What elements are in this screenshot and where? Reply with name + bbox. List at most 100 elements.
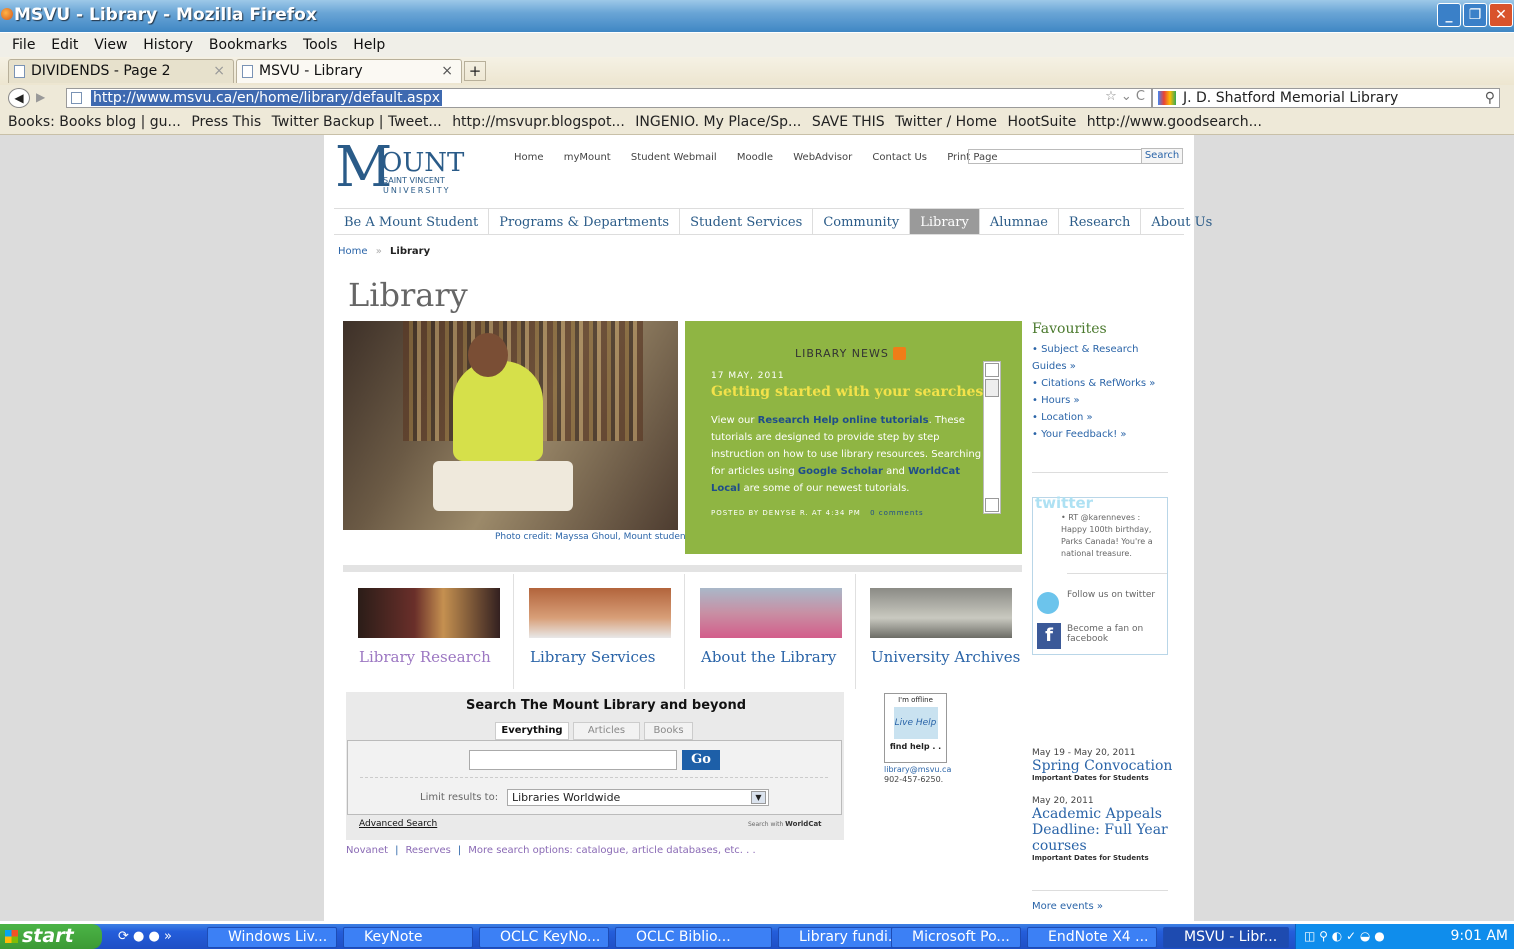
tab-articles[interactable]: Articles	[573, 722, 640, 740]
fav-feedback[interactable]: • Your Feedback! »	[1032, 426, 1172, 443]
library-search-input[interactable]	[469, 750, 677, 770]
site-search-input[interactable]	[968, 149, 1142, 164]
news-title[interactable]: Getting started with your searches	[711, 384, 983, 400]
event-title[interactable]: Academic Appeals Deadline: Full Year cou…	[1032, 806, 1177, 854]
limit-select[interactable]: Libraries Worldwide ▼	[507, 789, 769, 806]
bookmark-item[interactable]: INGENIO. My Place/Sp...	[635, 114, 801, 130]
nav-student-services[interactable]: Student Services	[680, 209, 814, 234]
nav-library[interactable]: Library	[910, 209, 980, 234]
fav-location[interactable]: • Location »	[1032, 409, 1172, 426]
search-icon[interactable]: ⚲	[1485, 89, 1495, 107]
follow-twitter-link[interactable]: Follow us on twitter	[1067, 590, 1167, 600]
nav-research[interactable]: Research	[1059, 209, 1142, 234]
close-tab-icon[interactable]: ×	[441, 60, 453, 82]
event-title[interactable]: Spring Convocation	[1032, 758, 1177, 774]
reload-icon[interactable]: ☆ ⌄ C	[1105, 89, 1145, 104]
link-research-help-tutorials[interactable]: Research Help online tutorials	[758, 415, 929, 426]
url-bar[interactable]: http://www.msvu.ca/en/home/library/defau…	[66, 88, 1152, 108]
bookmark-item[interactable]: Twitter Backup | Tweet...	[272, 114, 442, 130]
live-help-widget[interactable]: I'm offline Live Help find help . .	[884, 693, 947, 763]
twitter-bird-icon[interactable]	[1037, 592, 1059, 614]
bookmark-item[interactable]: http://msvupr.blogspot...	[452, 114, 625, 130]
site-search-button[interactable]: Search	[1141, 148, 1183, 164]
task-endnote[interactable]: EndNote X4 ...	[1027, 927, 1157, 948]
link-contact[interactable]: Contact Us	[872, 152, 927, 163]
scroll-up-arrow[interactable]: ▲	[985, 363, 999, 377]
bookmark-item[interactable]: Books: Books blog | gu...	[8, 114, 181, 130]
menu-file[interactable]: File	[12, 33, 35, 57]
more-events-link[interactable]: More events »	[1032, 901, 1103, 912]
scroll-thumb[interactable]	[985, 379, 999, 397]
close-tab-icon[interactable]: ×	[213, 60, 225, 82]
link-webmail[interactable]: Student Webmail	[631, 152, 717, 163]
browser-search-input[interactable]: J. D. Shatford Memorial Library ⚲	[1152, 88, 1500, 108]
fav-hours[interactable]: • Hours »	[1032, 392, 1172, 409]
task-oclc-biblio[interactable]: OCLC Biblio...	[615, 927, 772, 948]
forward-button[interactable]: ▶	[36, 90, 45, 104]
tile-label[interactable]: Library Research	[359, 648, 491, 666]
link-mymount[interactable]: myMount	[564, 152, 611, 163]
tray-icons[interactable]: ◫ ⚲ ◐ ✓ ◒ ●	[1304, 924, 1385, 949]
link-moodle[interactable]: Moodle	[737, 152, 773, 163]
bookmark-item[interactable]: HootSuite	[1007, 114, 1076, 130]
tile-label[interactable]: University Archives	[871, 648, 1020, 666]
task-powerpoint[interactable]: Microsoft Po...	[891, 927, 1021, 948]
facebook-fan-link[interactable]: Become a fan on facebook	[1067, 624, 1167, 644]
bookmark-item[interactable]: Twitter / Home	[895, 114, 997, 130]
menu-bookmarks[interactable]: Bookmarks	[209, 33, 287, 57]
msvu-logo[interactable]: M OUNT SAINT VINCENT UNIVERSITY	[335, 140, 475, 200]
close-button[interactable]: ✕	[1489, 3, 1513, 27]
maximize-button[interactable]: ❐	[1463, 3, 1487, 27]
menu-history[interactable]: History	[143, 33, 193, 57]
link-home[interactable]: Home	[514, 152, 544, 163]
go-button[interactable]: Go	[682, 750, 720, 770]
bookmark-item[interactable]: http://www.goodsearch...	[1087, 114, 1262, 130]
minimize-button[interactable]: _	[1437, 3, 1461, 27]
menu-edit[interactable]: Edit	[51, 33, 78, 57]
back-button[interactable]: ◀	[8, 88, 30, 108]
menu-view[interactable]: View	[94, 33, 127, 57]
task-oclc-keynote[interactable]: OCLC KeyNo...	[479, 927, 609, 948]
link-google-scholar[interactable]: Google Scholar	[798, 466, 883, 477]
link-more-search-options[interactable]: More search options: catalogue, article …	[468, 845, 755, 856]
link-webadvisor[interactable]: WebAdvisor	[793, 152, 852, 163]
tab-msvu-library[interactable]: MSVU - Library ×	[236, 59, 462, 83]
comments-link[interactable]: 0 comments	[870, 509, 924, 517]
rss-icon[interactable]	[893, 347, 906, 360]
news-scrollbar[interactable]: ▲ ▼	[983, 361, 1001, 514]
breadcrumb-home[interactable]: Home	[338, 246, 368, 257]
fav-citations[interactable]: • Citations & RefWorks »	[1032, 375, 1172, 392]
nav-about-us[interactable]: About Us	[1141, 209, 1222, 234]
new-tab-button[interactable]: +	[464, 61, 486, 81]
quick-launch[interactable]: ⟳ ● ● »	[118, 929, 196, 946]
window-titlebar[interactable]: MSVU - Library - Mozilla Firefox _ ❐ ✕	[0, 0, 1514, 32]
task-msvu-library[interactable]: MSVU - Libr...	[1163, 927, 1289, 948]
tab-everything[interactable]: Everything	[495, 722, 569, 740]
tile-label[interactable]: Library Services	[530, 648, 655, 666]
tile-library-services[interactable]: Library Services	[515, 574, 685, 689]
link-novanet[interactable]: Novanet	[346, 845, 388, 856]
menu-tools[interactable]: Tools	[303, 33, 338, 57]
tile-about-library[interactable]: About the Library	[686, 574, 856, 689]
task-library-funding[interactable]: Library fundi...	[778, 927, 908, 948]
nav-be-a-mount-student[interactable]: Be A Mount Student	[334, 209, 490, 234]
bookmark-item[interactable]: SAVE THIS	[812, 114, 885, 130]
start-button[interactable]: start	[0, 924, 102, 949]
fav-subject-guides[interactable]: • Subject & Research Guides »	[1032, 341, 1172, 375]
bookmark-item[interactable]: Press This	[191, 114, 261, 130]
scroll-down-arrow[interactable]: ▼	[985, 498, 999, 512]
clock[interactable]: 9:01 AM	[1450, 928, 1508, 944]
nav-alumnae[interactable]: Alumnae	[980, 209, 1059, 234]
tab-dividends[interactable]: DIVIDENDS - Page 2 ×	[8, 59, 234, 83]
tile-library-research[interactable]: Library Research	[344, 574, 514, 689]
facebook-icon[interactable]: f	[1037, 623, 1061, 649]
link-reserves[interactable]: Reserves	[405, 845, 450, 856]
tab-books[interactable]: Books	[644, 722, 693, 740]
library-email[interactable]: library@msvu.ca	[884, 765, 951, 775]
tile-label[interactable]: About the Library	[701, 648, 836, 666]
tile-university-archives[interactable]: University Archives	[856, 574, 1026, 689]
nav-programs[interactable]: Programs & Departments	[489, 209, 681, 234]
chevron-down-icon[interactable]: ▼	[751, 791, 766, 804]
menu-help[interactable]: Help	[353, 33, 385, 57]
task-keynote[interactable]: KeyNote	[343, 927, 473, 948]
